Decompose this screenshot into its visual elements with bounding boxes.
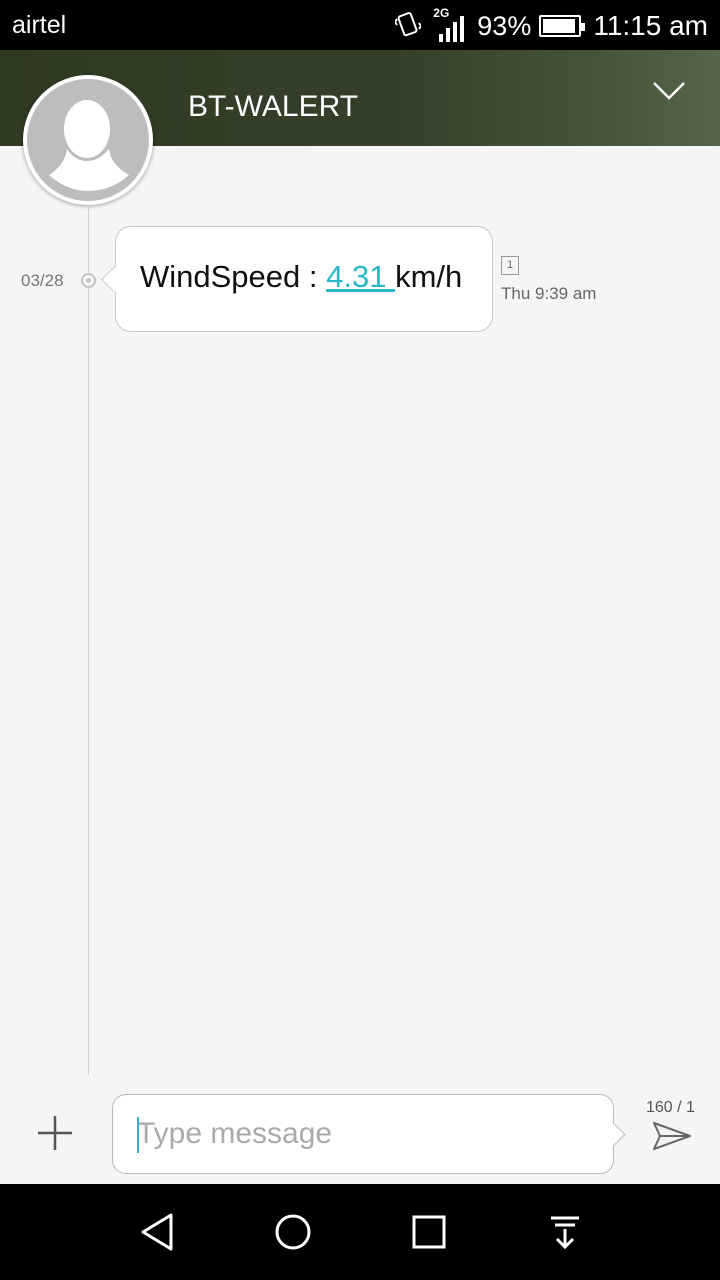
recents-icon[interactable]: [409, 1212, 449, 1252]
navigation-bar: [0, 1184, 720, 1280]
message-time: Thu 9:39 am: [501, 284, 597, 303]
message-text-after: km/h: [395, 259, 463, 294]
message-link[interactable]: 4.31: [326, 259, 395, 294]
sim-badge: 1: [501, 256, 519, 275]
message-bubble[interactable]: WindSpeed : 4.31 km/h: [115, 226, 493, 332]
status-icons: 2G 93% 11:15 am: [394, 6, 708, 46]
plus-icon[interactable]: [36, 1114, 74, 1152]
vibrate-icon: [394, 9, 423, 44]
message-text: WindSpeed : 4.31 km/h: [140, 259, 462, 295]
notifications-icon[interactable]: [545, 1212, 585, 1252]
status-bar: airtel 2G 93% 11:15 am: [0, 0, 720, 50]
message-text-before: WindSpeed :: [140, 259, 327, 294]
carrier-name: airtel: [12, 11, 67, 39]
avatar[interactable]: [23, 75, 153, 205]
timeline-line: [88, 205, 89, 1075]
battery-icon: [539, 15, 586, 37]
status-time: 11:15 am: [593, 10, 708, 41]
text-cursor: [137, 1117, 139, 1153]
signal-icon: 2G: [431, 6, 467, 44]
message-date: 03/28: [21, 271, 64, 290]
compose-bar: 160 / 1: [0, 1078, 720, 1184]
contact-name: BT-WALERT: [188, 90, 359, 123]
message-input[interactable]: [137, 1111, 577, 1157]
battery-fill: [543, 19, 576, 33]
send-icon[interactable]: [652, 1120, 692, 1157]
timeline-dot: [81, 273, 96, 288]
back-icon[interactable]: [137, 1212, 177, 1252]
home-icon[interactable]: [273, 1212, 313, 1252]
message-input-box: [112, 1094, 614, 1174]
battery-percent: 93%: [477, 10, 532, 41]
chevron-down-icon[interactable]: [652, 80, 686, 107]
char-counter: 160 / 1: [646, 1099, 695, 1116]
